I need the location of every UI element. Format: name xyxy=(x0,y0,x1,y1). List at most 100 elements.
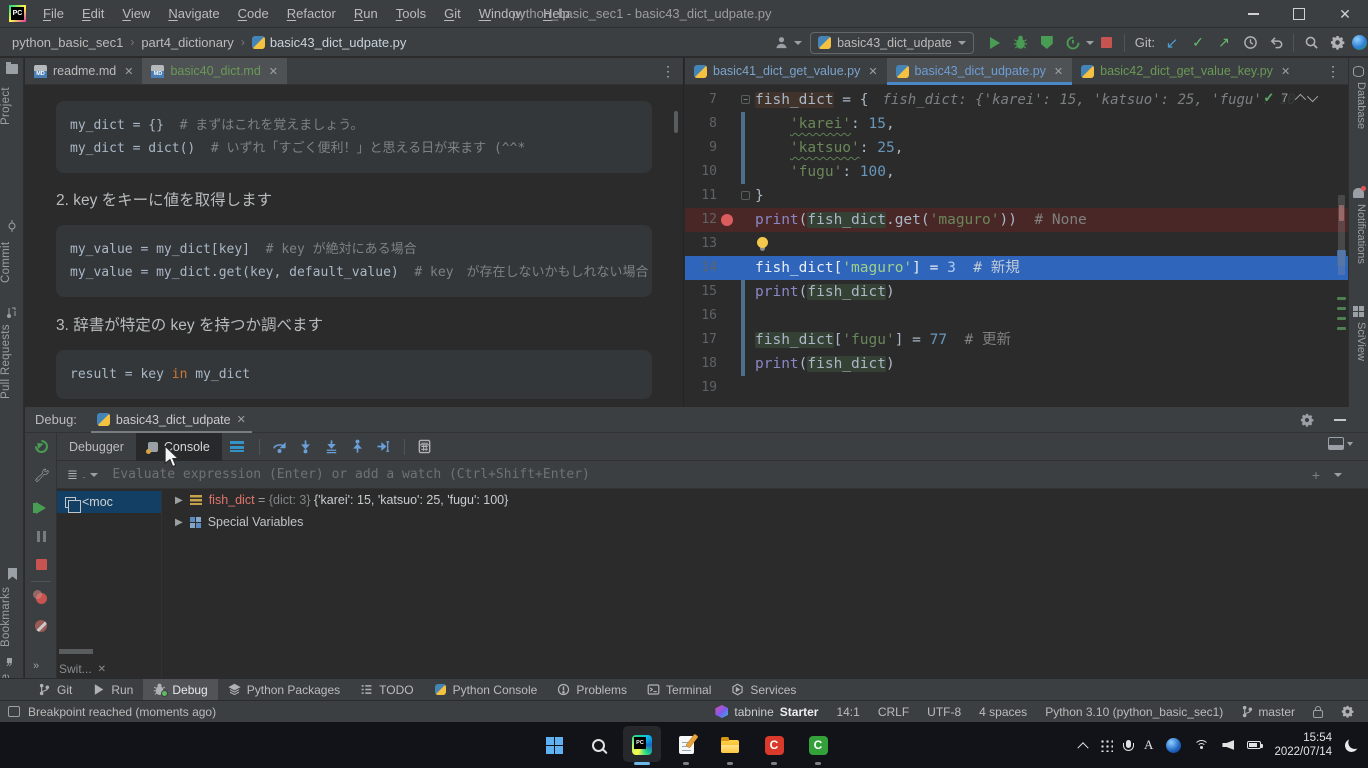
taskbar-notepad-icon[interactable] xyxy=(664,722,708,768)
menu-view[interactable]: View xyxy=(113,0,159,28)
step-into-icon[interactable] xyxy=(293,435,319,459)
tool-tab-project[interactable]: Project xyxy=(0,80,24,132)
editor-tab[interactable]: basic41_dict_get_value.py✕ xyxy=(685,58,887,84)
resume-program-icon[interactable] xyxy=(32,499,50,517)
indent-setting[interactable]: 4 spaces xyxy=(979,705,1027,719)
history-icon[interactable] xyxy=(1237,31,1263,55)
tabnine-status[interactable]: tabnineStarter xyxy=(715,705,818,719)
taskbar-start-icon[interactable] xyxy=(532,722,576,768)
close-icon[interactable]: ✕ xyxy=(237,413,246,426)
variable-row[interactable]: ▶ fish_dict = {dict: 3} {'karei': 15, 'k… xyxy=(163,489,1368,511)
editor-tab[interactable]: readme.md✕ xyxy=(25,58,142,84)
pull-requests-icon[interactable] xyxy=(6,306,18,318)
menu-navigate[interactable]: Navigate xyxy=(159,0,228,28)
commit-icon[interactable] xyxy=(6,220,18,232)
taskbar-pycharm-icon[interactable] xyxy=(620,722,664,768)
event-log-icon[interactable] xyxy=(8,706,20,717)
watches-menu-icon[interactable]: ≣. xyxy=(67,467,98,483)
editor-line[interactable]: 16 xyxy=(685,304,1348,328)
editor-line[interactable]: 9 'katsuo': 25, xyxy=(685,136,1348,160)
expand-chevron-icon[interactable]: ▶ xyxy=(175,517,183,528)
tray-sphere-icon[interactable] xyxy=(1166,738,1181,753)
tool-tab-pull-requests[interactable]: Pull Requests xyxy=(0,322,24,402)
close-tab-icon[interactable]: ✕ xyxy=(1054,65,1063,78)
tool-window-button-todo[interactable]: TODO xyxy=(350,679,423,701)
debug-settings-gear-icon[interactable] xyxy=(1300,413,1314,427)
scrollbar-thumb[interactable] xyxy=(1338,195,1345,275)
code-with-me-icon[interactable] xyxy=(1350,31,1368,55)
taskbar-search-icon[interactable] xyxy=(576,722,620,768)
add-watch-icon[interactable]: + xyxy=(1312,467,1320,483)
fold-marker-icon[interactable]: − xyxy=(741,95,750,104)
tray-grid-icon[interactable] xyxy=(1100,739,1113,752)
editor-line[interactable]: 17fish_dict['fugu'] = 77 # 更新 xyxy=(685,328,1348,352)
folder-icon[interactable] xyxy=(6,64,18,74)
layout-settings-icon[interactable] xyxy=(1328,437,1344,450)
tray-focus-assist-moon-icon[interactable] xyxy=(1344,737,1360,753)
special-variables-row[interactable]: ▶ Special Variables xyxy=(163,511,1368,533)
scrollbar-thumb[interactable] xyxy=(674,111,678,133)
tray-microphone-icon[interactable] xyxy=(1126,740,1131,748)
highlighting-level-icon[interactable] xyxy=(1341,705,1354,718)
taskbar-explorer-icon[interactable] xyxy=(708,722,752,768)
tool-tab-database[interactable]: Database xyxy=(1353,82,1367,129)
tool-window-button-services[interactable]: Services xyxy=(721,679,806,701)
tool-window-button-terminal[interactable]: Terminal xyxy=(637,679,721,701)
next-problem-icon[interactable] xyxy=(1307,91,1318,102)
menu-git[interactable]: Git xyxy=(435,0,470,28)
editor-line[interactable]: 18print(fish_dict) xyxy=(685,352,1348,376)
run-with-coverage-button[interactable] xyxy=(1034,31,1060,55)
expand-chevron-icon[interactable]: ▶ xyxy=(175,495,183,506)
breadcrumb-item[interactable]: python_basic_sec1 xyxy=(12,35,123,50)
menu-code[interactable]: Code xyxy=(229,0,278,28)
tool-window-button-git[interactable]: Git xyxy=(28,679,82,701)
settings-gear-icon[interactable] xyxy=(1324,31,1350,55)
menu-edit[interactable]: Edit xyxy=(73,0,113,28)
breadcrumb[interactable]: python_basic_sec1›part4_dictionary›basic… xyxy=(12,35,406,50)
editor-line[interactable]: 15print(fish_dict) xyxy=(685,280,1348,304)
rerun-icon[interactable] xyxy=(32,437,50,455)
run-button[interactable] xyxy=(982,31,1008,55)
editor-line[interactable]: 19 xyxy=(685,376,1348,400)
run-configuration-select[interactable]: basic43_dict_udpate xyxy=(810,32,974,54)
more-tool-icons[interactable]: » xyxy=(33,660,39,672)
tool-tab-bookmarks[interactable]: Bookmarks xyxy=(0,584,24,650)
tray-volume-icon[interactable] xyxy=(1222,740,1234,750)
fold-marker-icon[interactable] xyxy=(741,191,750,200)
rollback-icon[interactable] xyxy=(1263,31,1289,55)
profiler-button[interactable] xyxy=(1060,31,1086,55)
sciview-icon[interactable] xyxy=(1353,306,1364,317)
tool-window-button-python-console[interactable]: Python Console xyxy=(424,679,548,701)
taskbar-clock[interactable]: 15:54 2022/07/14 xyxy=(1274,731,1332,759)
menu-refactor[interactable]: Refactor xyxy=(278,0,345,28)
tray-wifi-icon[interactable] xyxy=(1194,740,1209,751)
tool-window-button-debug[interactable]: Debug xyxy=(143,679,217,701)
close-tab-icon[interactable]: ✕ xyxy=(124,65,133,78)
tray-hidden-icons-chevron[interactable] xyxy=(1077,742,1088,753)
run-to-cursor-icon[interactable] xyxy=(371,435,397,459)
bookmarks-icon[interactable] xyxy=(7,568,18,580)
evaluate-expression-input[interactable]: Evaluate expression (Enter) or add a wat… xyxy=(112,467,1311,482)
menu-tools[interactable]: Tools xyxy=(387,0,435,28)
file-encoding[interactable]: UTF-8 xyxy=(927,705,961,719)
scrollbar-thumb[interactable] xyxy=(59,649,93,654)
close-tab-icon[interactable]: ✕ xyxy=(1281,65,1290,78)
menu-file[interactable]: File xyxy=(34,0,73,28)
taskbar-c-red-icon[interactable]: C xyxy=(752,722,796,768)
user-icon[interactable] xyxy=(768,31,794,55)
minimize-button[interactable] xyxy=(1230,0,1276,28)
git-commit-icon[interactable]: ✓ xyxy=(1185,31,1211,55)
git-update-icon[interactable]: ↙ xyxy=(1159,31,1185,55)
code-editor[interactable]: ✓ 7 7−fish_dict = {fish_dict: {'karei': … xyxy=(685,85,1348,407)
step-into-my-code-icon[interactable] xyxy=(319,435,345,459)
breadcrumb-item[interactable]: part4_dictionary xyxy=(141,35,234,50)
show-execution-point-icon[interactable] xyxy=(230,441,244,452)
stop-icon[interactable] xyxy=(32,555,50,573)
editor-line[interactable]: 7−fish_dict = {fish_dict: {'karei': 15, … xyxy=(685,88,1348,112)
minimized-tab-switcher[interactable]: Swit...✕ xyxy=(59,662,106,676)
tool-tab-sciview[interactable]: SciView xyxy=(1353,322,1367,361)
editor-line[interactable]: 13 xyxy=(685,232,1348,256)
notifications-bell-icon[interactable] xyxy=(1353,188,1364,198)
prev-problem-icon[interactable] xyxy=(1295,94,1306,105)
chevron-down-icon[interactable] xyxy=(1334,473,1342,477)
